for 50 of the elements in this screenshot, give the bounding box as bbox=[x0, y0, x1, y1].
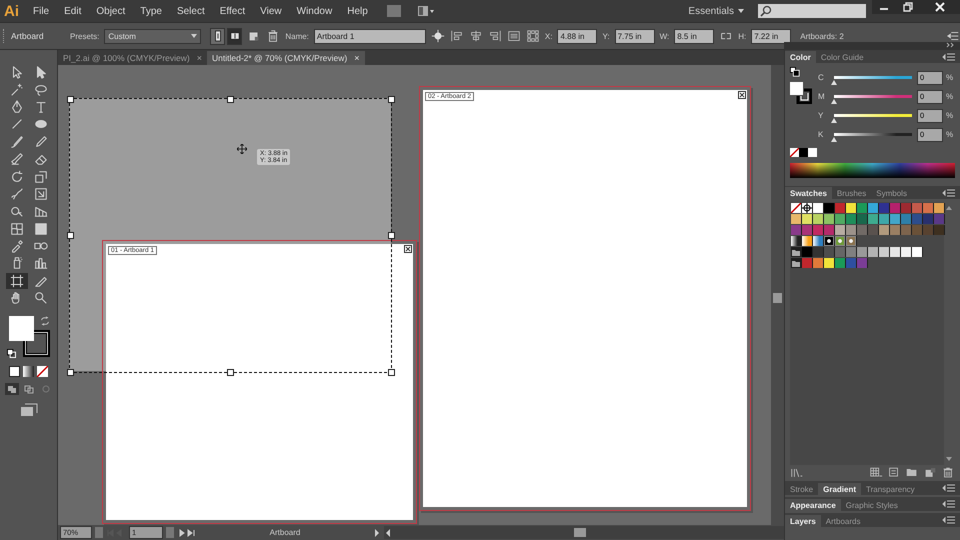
menu-item[interactable]: Edit bbox=[64, 6, 82, 16]
presets-dropdown[interactable]: Custom bbox=[104, 28, 202, 44]
coordinate-field[interactable]: 7.75 in bbox=[614, 28, 655, 44]
tool-mode-label: Artboard bbox=[11, 31, 45, 41]
menu-item[interactable]: File bbox=[33, 6, 50, 16]
document-tab[interactable]: PI_2.ai @ 100% (CMYK/Preview) × bbox=[58, 51, 207, 65]
channel-label: Y bbox=[818, 111, 824, 120]
panel-tab[interactable]: Swatches bbox=[785, 187, 832, 199]
coordinate-label: H: bbox=[738, 32, 746, 40]
panel-tab[interactable]: Brushes bbox=[832, 187, 872, 199]
panel-tab[interactable]: Appearance bbox=[785, 499, 841, 511]
panel-tab[interactable]: Stroke bbox=[785, 483, 818, 495]
app-logo: Ai bbox=[4, 2, 19, 20]
menu-item[interactable]: Help bbox=[347, 6, 368, 16]
panel-tab[interactable]: Gradient bbox=[818, 483, 862, 495]
panel-tab[interactable]: Artboards bbox=[820, 515, 866, 527]
coordinate-label: Y: bbox=[602, 32, 610, 40]
coordinate-field[interactable]: 7.22 in bbox=[751, 28, 792, 44]
menu-item[interactable]: Effect bbox=[220, 6, 246, 16]
coordinate-label: W: bbox=[660, 32, 670, 40]
panel-tab[interactable]: Transparency bbox=[861, 483, 920, 495]
current-tool-label: Artboard bbox=[268, 528, 302, 537]
menu-item[interactable]: Select bbox=[176, 6, 205, 16]
artboard-name-field[interactable]: Artboard 1 bbox=[314, 28, 426, 44]
percent-label: % bbox=[946, 111, 954, 120]
presets-label: Presets: bbox=[70, 32, 100, 40]
channel-label: C bbox=[818, 73, 825, 82]
menu-item[interactable]: Object bbox=[96, 6, 126, 16]
artboard-count: Artboards: 2 bbox=[800, 32, 844, 40]
panel-tab[interactable]: Graphic Styles bbox=[840, 499, 903, 511]
percent-label: % bbox=[946, 73, 954, 82]
menu-item[interactable]: Window bbox=[296, 6, 332, 16]
channel-label: M bbox=[818, 92, 826, 101]
coordinate-label: X: bbox=[544, 32, 552, 40]
percent-label: % bbox=[946, 130, 954, 139]
document-tab[interactable]: Untitled-2* @ 70% (CMYK/Preview) × bbox=[207, 51, 364, 65]
workspace-switcher[interactable]: Essentials bbox=[688, 6, 734, 16]
menu-item[interactable]: View bbox=[260, 6, 282, 16]
coordinate-field[interactable]: 4.88 in bbox=[557, 28, 598, 44]
panel-tab[interactable]: Color Guide bbox=[816, 51, 869, 63]
close-tab-button[interactable]: × bbox=[196, 53, 202, 63]
name-label: Name: bbox=[285, 32, 309, 40]
menu-item[interactable]: Type bbox=[140, 6, 162, 16]
channel-label: K bbox=[818, 130, 824, 139]
close-tab-button[interactable]: × bbox=[354, 53, 360, 63]
panel-tab[interactable]: Symbols bbox=[871, 187, 912, 199]
panel-tab[interactable]: Layers bbox=[785, 515, 821, 527]
coordinate-field[interactable]: 8.5 in bbox=[674, 28, 714, 44]
panel-tab[interactable]: Color bbox=[785, 51, 816, 63]
percent-label: % bbox=[946, 92, 954, 101]
